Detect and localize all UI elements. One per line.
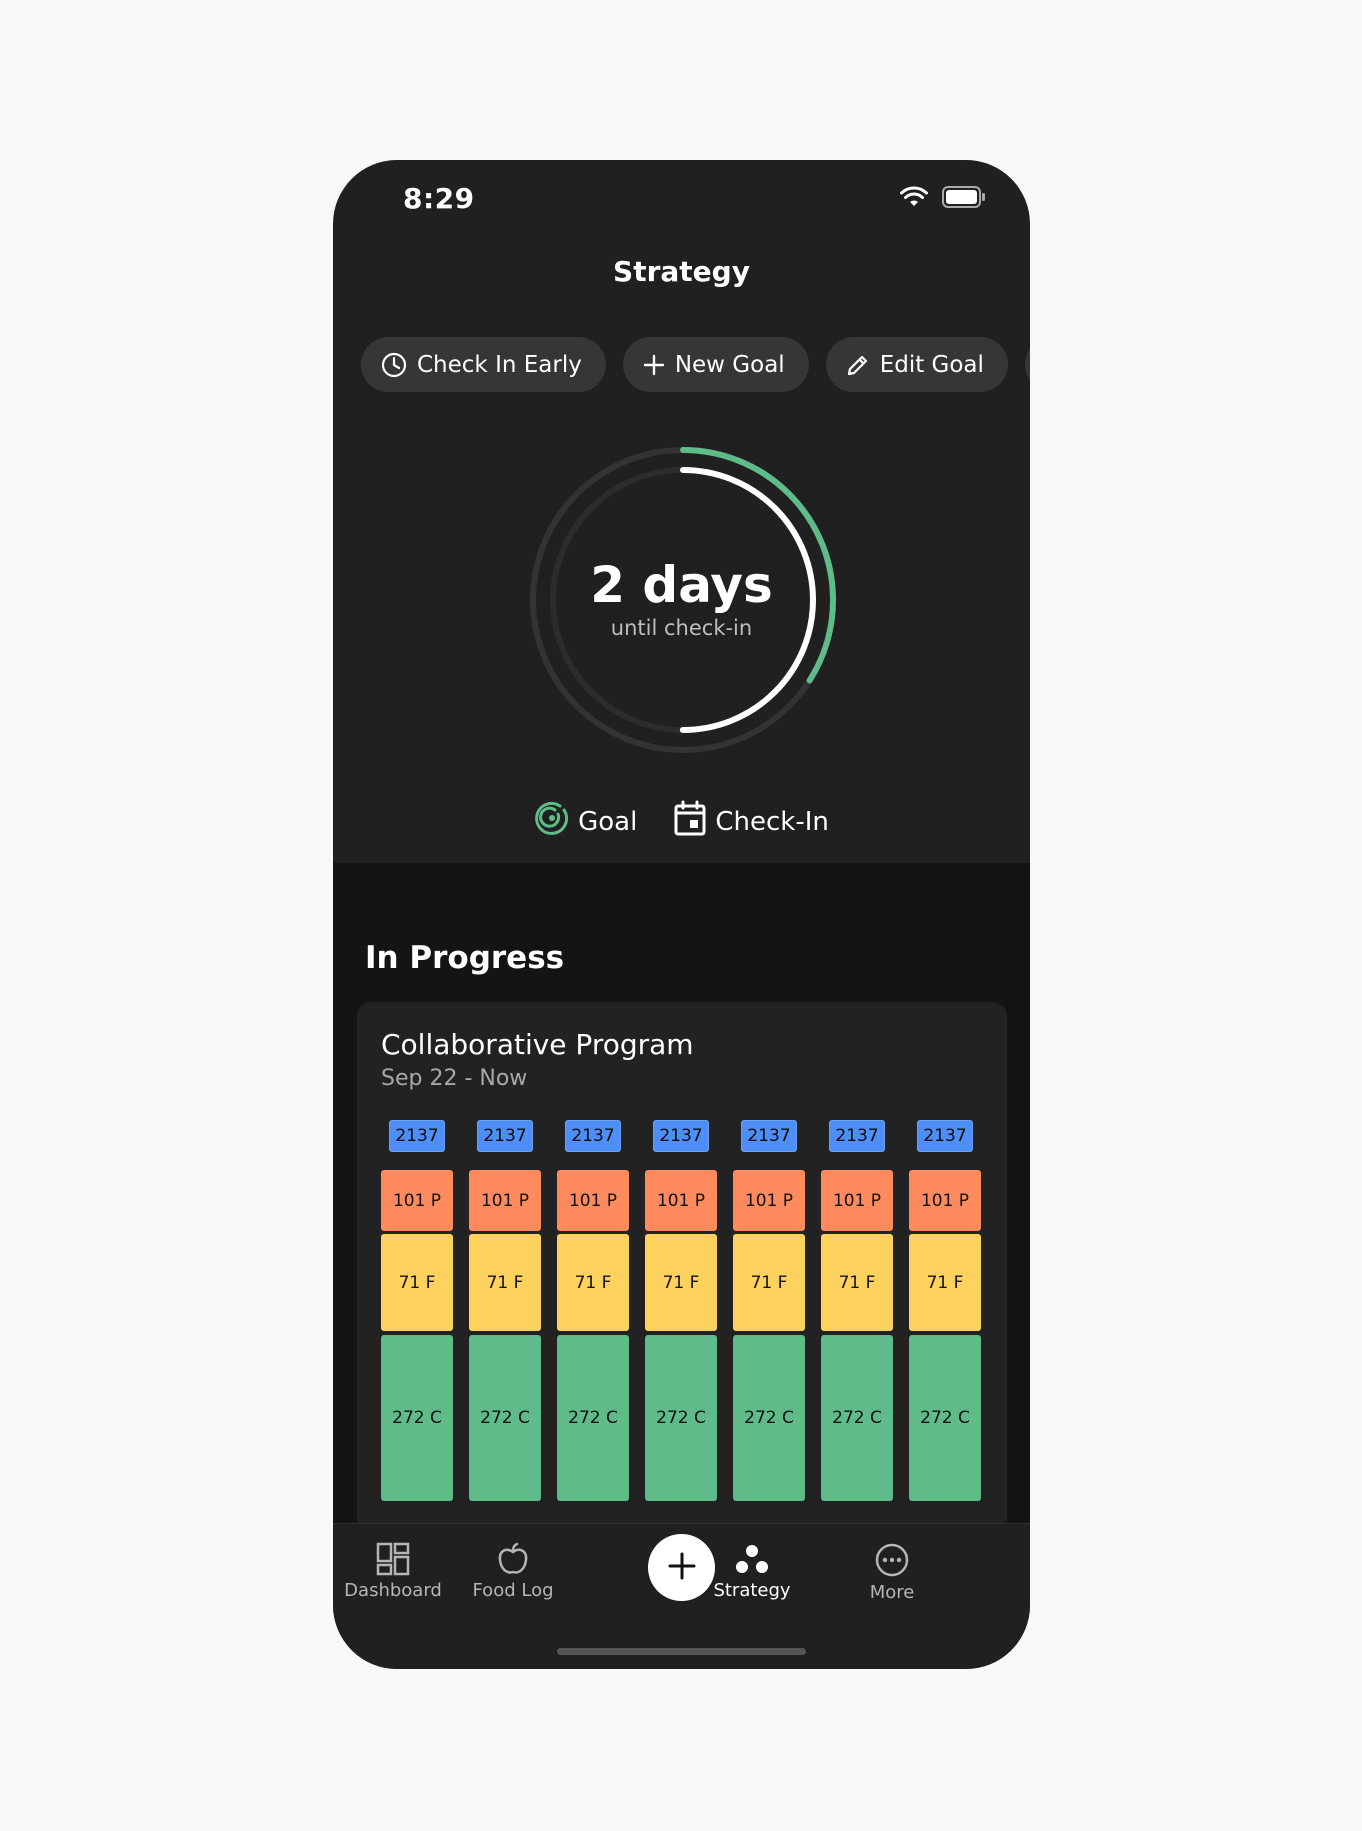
edit-goal-button[interactable]: Edit Goal (825, 337, 1008, 392)
legend-checkin-label: Check-In (715, 806, 829, 837)
tab-food-log[interactable]: Food Log (453, 1542, 573, 1601)
tab-more-label: More (869, 1582, 915, 1603)
in-progress-section: In Progress Collaborative Program Sep 22… (333, 863, 1030, 1562)
home-indicator[interactable] (557, 1648, 806, 1655)
tab-dashboard[interactable]: Dashboard (333, 1542, 453, 1601)
program-name: Collaborative Program (381, 1028, 694, 1061)
strategy-icon (692, 1542, 812, 1576)
calorie-badge: 2137 (389, 1120, 445, 1152)
tab-dashboard-label: Dashboard (344, 1580, 442, 1601)
day-column: 2137 101 P 71 F 272 C (557, 1120, 629, 1501)
countdown-value: 2 days (590, 556, 773, 614)
fat-segment: 71 F (733, 1234, 805, 1331)
wifi-icon (900, 186, 928, 212)
check-in-early-label: Check In Early (417, 351, 582, 378)
legend-goal-label: Goal (578, 806, 638, 837)
apple-icon (453, 1542, 573, 1576)
day-column: 2137 101 P 71 F 272 C (909, 1120, 981, 1501)
protein-segment: 101 P (381, 1170, 453, 1231)
protein-segment: 101 P (645, 1170, 717, 1231)
macro-bars: 2137 101 P 71 F 272 C 2137 101 P 71 F 272 C 2137… (381, 1120, 981, 1501)
day-column: 2137 101 P 71 F 272 C (733, 1120, 805, 1501)
tab-strategy-label: Strategy (713, 1580, 791, 1601)
calorie-badge: 2137 (653, 1120, 709, 1152)
section-title: In Progress (365, 940, 565, 976)
plus-icon (643, 354, 665, 376)
target-icon (534, 800, 570, 843)
protein-segment: 101 P (909, 1170, 981, 1231)
countdown-caption: until check-in (610, 616, 753, 640)
carbs-segment: 272 C (821, 1335, 893, 1501)
status-time: 8:29 (403, 182, 475, 215)
ring-legend: Goal Check-In (333, 800, 1030, 843)
page-title: Strategy (613, 255, 750, 288)
day-column: 2137 101 P 71 F 272 C (469, 1120, 541, 1501)
carbs-segment: 272 C (733, 1335, 805, 1501)
carbs-segment: 272 C (381, 1335, 453, 1501)
calorie-badge: 2137 (565, 1120, 621, 1152)
new-goal-label: New Goal (674, 351, 785, 378)
fat-segment: 71 F (645, 1234, 717, 1331)
protein-segment: 101 P (557, 1170, 629, 1231)
more-actions-chip[interactable] (1024, 337, 1030, 392)
fat-segment: 71 F (557, 1234, 629, 1331)
fat-segment: 71 F (821, 1234, 893, 1331)
fat-segment: 71 F (909, 1234, 981, 1331)
calorie-badge: 2137 (741, 1120, 797, 1152)
protein-segment: 101 P (733, 1170, 805, 1231)
protein-segment: 101 P (469, 1170, 541, 1231)
tab-food-log-label: Food Log (472, 1580, 554, 1601)
carbs-segment: 272 C (909, 1335, 981, 1501)
day-column: 2137 101 P 71 F 272 C (821, 1120, 893, 1501)
calendar-icon (673, 800, 707, 843)
calorie-badge: 2137 (477, 1120, 533, 1152)
tab-more[interactable]: More (832, 1542, 952, 1603)
pencil-icon (846, 353, 870, 377)
legend-checkin[interactable]: Check-In (673, 800, 829, 843)
phone-screen: 8:29 Strategy Check In Early New Goal Ed… (333, 160, 1030, 1669)
status-icons (900, 186, 986, 212)
fat-segment: 71 F (469, 1234, 541, 1331)
carbs-segment: 272 C (469, 1335, 541, 1501)
day-column: 2137 101 P 71 F 272 C (381, 1120, 453, 1501)
action-chips: Check In Early New Goal Edit Goal (361, 337, 1030, 392)
dashboard-icon (333, 1542, 453, 1576)
tab-strategy[interactable]: Strategy (692, 1542, 812, 1601)
new-goal-button[interactable]: New Goal (622, 337, 809, 392)
calorie-badge: 2137 (829, 1120, 885, 1152)
battery-icon (942, 186, 986, 212)
more-icon (832, 1542, 952, 1578)
carbs-segment: 272 C (557, 1335, 629, 1501)
protein-segment: 101 P (821, 1170, 893, 1231)
countdown-text: 2 days until check-in (333, 560, 1030, 640)
day-column: 2137 101 P 71 F 272 C (645, 1120, 717, 1501)
program-dates: Sep 22 - Now (381, 1066, 528, 1091)
calorie-badge: 2137 (917, 1120, 973, 1152)
program-card[interactable]: Collaborative Program Sep 22 - Now 2137 1… (357, 1002, 1007, 1562)
fat-segment: 71 F (381, 1234, 453, 1331)
edit-goal-label: Edit Goal (879, 351, 984, 378)
check-in-early-button[interactable]: Check In Early (361, 337, 606, 392)
legend-goal[interactable]: Goal (534, 800, 637, 843)
carbs-segment: 272 C (645, 1335, 717, 1501)
clock-icon (381, 352, 407, 378)
